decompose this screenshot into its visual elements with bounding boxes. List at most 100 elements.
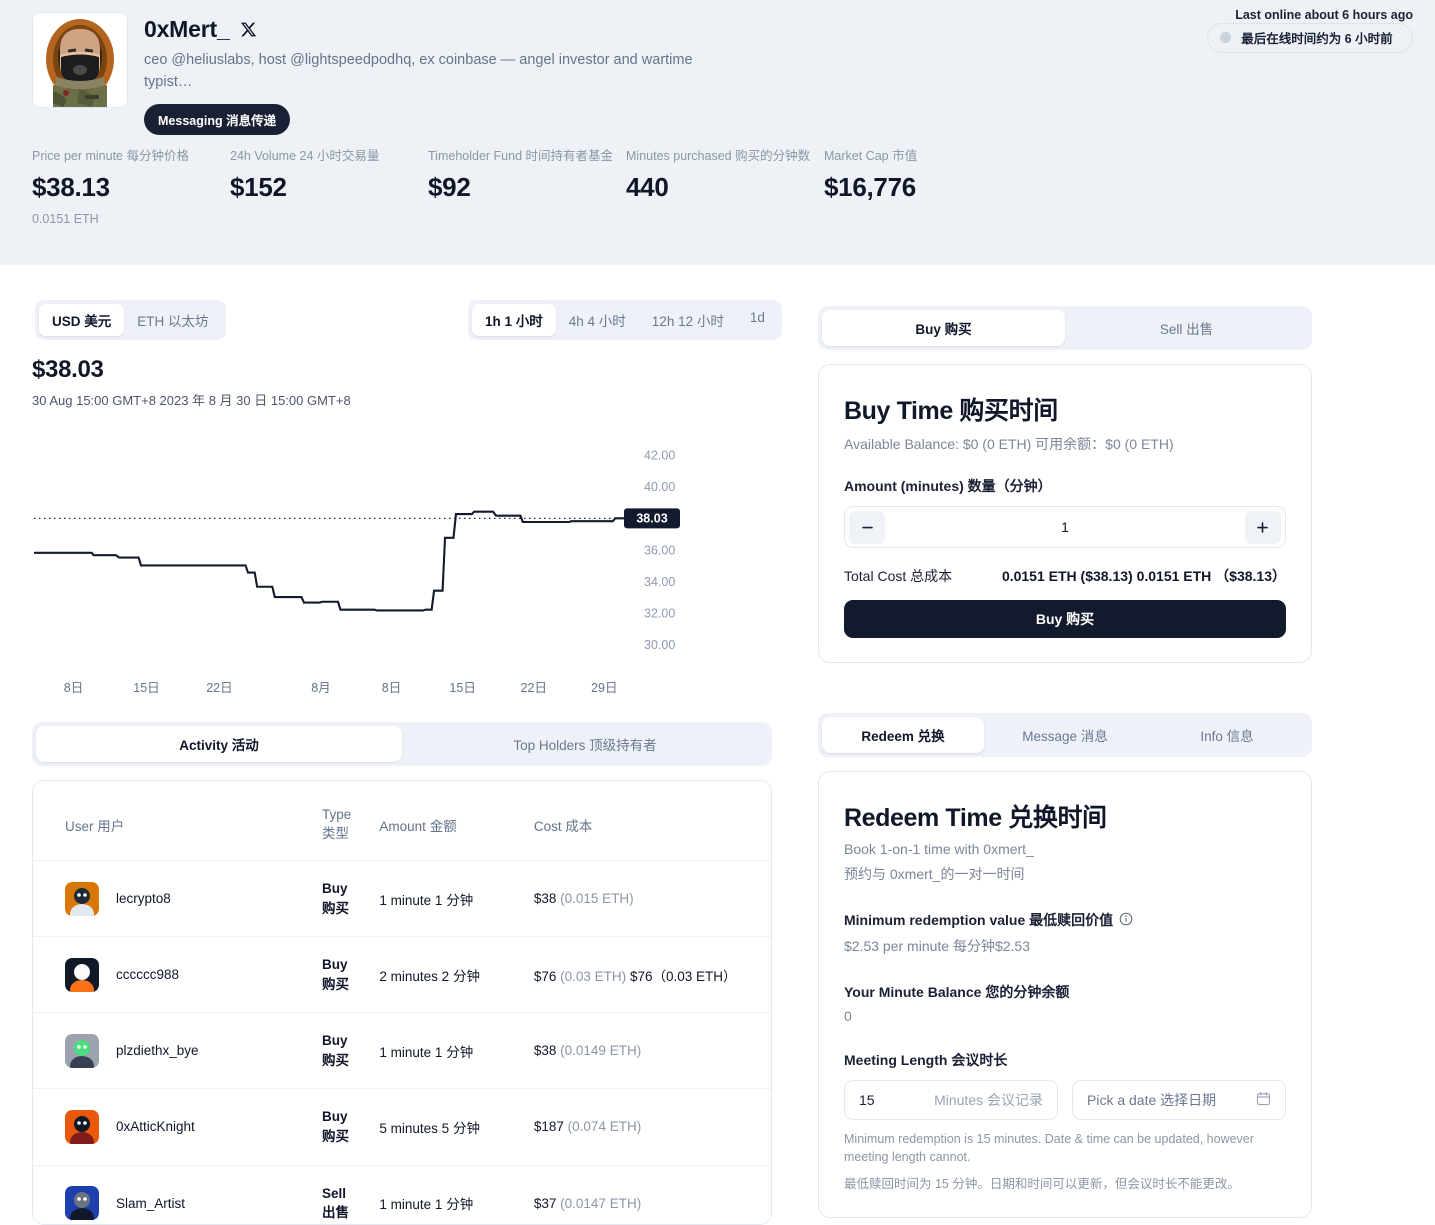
tab-activity[interactable]: Activity 活动 bbox=[36, 726, 402, 762]
redeem-note-en: Minimum redemption is 15 minutes. Date &… bbox=[844, 1130, 1286, 1166]
calendar-icon[interactable] bbox=[1256, 1091, 1271, 1109]
table-row[interactable]: Slam_Artist Sell出售1 minute 1 分钟$37 (0.014… bbox=[33, 1165, 772, 1225]
last-online-en: Last online about 6 hours ago bbox=[1235, 8, 1413, 22]
table-row[interactable]: 0xAtticKnightBuy购买5 minutes 5 分钟$187 (0.… bbox=[33, 1089, 772, 1165]
messaging-badge[interactable]: Messaging 消息传递 bbox=[144, 104, 290, 135]
currency-option-eth[interactable]: ETH 以太坊 bbox=[124, 304, 221, 336]
cell-type: Buy购买 bbox=[322, 937, 379, 1013]
stat-sub: 0.0151 ETH bbox=[32, 212, 230, 226]
stat-price-per-minute: Price per minute 每分钟价格 $38.13 0.0151 ETH bbox=[32, 145, 230, 226]
type-en: Buy bbox=[322, 955, 379, 975]
cell-amount: 5 minutes 5 分钟 bbox=[379, 1089, 533, 1165]
cell-amount: 1 minute 1 分钟 bbox=[379, 1165, 533, 1225]
activity-tabbar: Activity 活动 Top Holders 顶级持有者 bbox=[32, 722, 772, 766]
buy-button[interactable]: Buy 购买 bbox=[844, 600, 1286, 638]
activity-table-head: User 用户 Type 类型 Amount 金额 Cost bbox=[33, 781, 772, 861]
cost-main: $38 bbox=[534, 891, 557, 906]
cell-type: Sell出售 bbox=[322, 1165, 379, 1225]
price-chart[interactable]: 42.0040.0036.0034.0032.0030.008日15日22日8月… bbox=[32, 421, 772, 706]
activity-table: User 用户 Type 类型 Amount 金额 Cost bbox=[33, 781, 772, 1225]
cell-amount: 2 minutes 2 分钟 bbox=[379, 937, 533, 1013]
type-zh: 购买 bbox=[322, 899, 379, 919]
stat-24h-volume: 24h Volume 24 小时交易量 $152 bbox=[230, 145, 428, 226]
cell-amount: 1 minute 1 分钟 bbox=[379, 1013, 533, 1089]
cell-cost: $38 (0.0149 ETH) bbox=[534, 1013, 772, 1089]
svg-text:42.00: 42.00 bbox=[644, 449, 675, 463]
col-header-cost-zh: 成本 bbox=[565, 819, 592, 834]
cell-cost: $38 (0.015 ETH) bbox=[534, 861, 772, 937]
min-redemption-label-row: Minimum redemption value 最低赎回价值 bbox=[844, 910, 1286, 930]
minus-icon[interactable] bbox=[849, 511, 885, 544]
buy-panel-title: Buy Time 购买时间 bbox=[844, 391, 1286, 427]
redeem-panel: Redeem Time 兑换时间 Book 1-on-1 time with 0… bbox=[818, 771, 1312, 1218]
tab-top-holders[interactable]: Top Holders 顶级持有者 bbox=[402, 726, 768, 762]
type-en: Buy bbox=[322, 1107, 379, 1127]
date-picker-input[interactable]: Pick a date 选择日期 bbox=[1072, 1080, 1286, 1120]
col-header-cost: Cost 成本 bbox=[534, 781, 772, 861]
svg-text:22日: 22日 bbox=[521, 681, 547, 695]
svg-text:8月: 8月 bbox=[311, 681, 330, 695]
right-column: Buy 购买 Sell 出售 Buy Time 购买时间 Available B… bbox=[818, 306, 1312, 1218]
avatar bbox=[65, 1110, 99, 1144]
type-zh: 购买 bbox=[322, 1051, 379, 1071]
info-circle-icon[interactable] bbox=[1119, 912, 1133, 929]
table-row[interactable]: lecrypto8Buy购买1 minute 1 分钟$38 (0.015 ET… bbox=[33, 861, 772, 937]
cell-user: plzdiethx_bye bbox=[33, 1013, 322, 1089]
user-name: plzdiethx_bye bbox=[116, 1043, 199, 1058]
user-name: cccccc988 bbox=[116, 967, 179, 982]
avatar bbox=[65, 1186, 99, 1220]
amount-value[interactable]: 1 bbox=[1061, 519, 1069, 535]
redeem-sub-en: Book 1-on-1 time with 0xmert_ bbox=[844, 841, 1286, 857]
timeframe-option-4h[interactable]: 4h 4 小时 bbox=[556, 304, 639, 336]
svg-text:30.00: 30.00 bbox=[644, 638, 675, 652]
cost-eth: (0.03 ETH) bbox=[560, 969, 626, 984]
cost-main: $37 bbox=[534, 1196, 557, 1211]
last-online-status: Last online about 6 hours ago 最后在线时间约为 6… bbox=[1207, 8, 1413, 53]
timeframe-option-1d[interactable]: 1d bbox=[737, 304, 778, 336]
stat-label: Minutes purchased 购买的分钟数 bbox=[626, 145, 824, 164]
meeting-length-input[interactable]: 15 Minutes 会议记录 bbox=[844, 1080, 1058, 1120]
stat-label: Price per minute 每分钟价格 bbox=[32, 145, 230, 164]
timeframe-option-1h[interactable]: 1h 1 小时 bbox=[472, 304, 556, 336]
cost-main: $76 bbox=[534, 969, 557, 984]
table-row[interactable]: plzdiethx_byeBuy购买1 minute 1 分钟$38 (0.01… bbox=[33, 1013, 772, 1089]
meeting-length-label: Meeting Length 会议时长 bbox=[844, 1050, 1286, 1070]
meeting-length-unit: Minutes 会议记录 bbox=[934, 1090, 1043, 1110]
profile-text: 0xMert_ ceo @heliuslabs, host @lightspee… bbox=[144, 12, 699, 135]
stat-timeholder-fund: Timeholder Fund 时间持有者基金 $92 bbox=[428, 145, 626, 226]
svg-text:22日: 22日 bbox=[206, 681, 232, 695]
col-header-amount: Amount 金额 bbox=[379, 781, 533, 861]
col-header-user-en: User bbox=[65, 819, 94, 834]
svg-text:15日: 15日 bbox=[133, 681, 159, 695]
status-dot-icon bbox=[1220, 32, 1231, 43]
cell-type: Buy购买 bbox=[322, 1089, 379, 1165]
tab-sell[interactable]: Sell 出售 bbox=[1065, 310, 1308, 346]
stat-value: $92 bbox=[428, 172, 626, 203]
timeframe-option-12h[interactable]: 12h 12 小时 bbox=[639, 304, 737, 336]
cell-type: Buy购买 bbox=[322, 861, 379, 937]
svg-text:8日: 8日 bbox=[382, 681, 401, 695]
currency-option-usd[interactable]: USD 美元 bbox=[39, 304, 124, 336]
tab-buy[interactable]: Buy 购买 bbox=[822, 310, 1065, 346]
table-row[interactable]: cccccc988 Buy购买2 minutes 2 分钟$76 (0.03 ET… bbox=[33, 937, 772, 1013]
col-header-user: User 用户 bbox=[33, 781, 322, 861]
available-balance: Available Balance: $0 (0 ETH) 可用余额：$0 (0… bbox=[844, 434, 1286, 454]
col-header-amount-en: Amount bbox=[379, 819, 426, 834]
cost-eth: (0.015 ETH) bbox=[560, 891, 634, 906]
stat-label: Market Cap 市值 bbox=[824, 145, 917, 164]
stat-minutes-purchased: Minutes purchased 购买的分钟数 440 bbox=[626, 145, 824, 226]
currency-toggle: USD 美元 ETH 以太坊 bbox=[35, 300, 226, 340]
tab-info[interactable]: Info 信息 bbox=[1146, 717, 1308, 753]
user-name: Slam_Artist bbox=[116, 1196, 185, 1211]
tab-message[interactable]: Message 消息 bbox=[984, 717, 1146, 753]
x-logo-icon[interactable] bbox=[240, 21, 257, 38]
meeting-inputs-row: 15 Minutes 会议记录 Pick a date 选择日期 bbox=[844, 1080, 1286, 1120]
svg-text:36.00: 36.00 bbox=[644, 543, 675, 557]
min-redemption-value: $2.53 per minute 每分钟$2.53 bbox=[844, 936, 1286, 956]
cell-user: Slam_Artist bbox=[33, 1165, 322, 1225]
cost-eth: (0.0147 ETH) bbox=[560, 1196, 641, 1211]
tab-redeem[interactable]: Redeem 兑换 bbox=[822, 717, 984, 753]
plus-icon[interactable] bbox=[1245, 511, 1281, 544]
left-column: USD 美元 ETH 以太坊 1h 1 小时 4h 4 小时 12h 12 小时… bbox=[32, 300, 772, 1225]
col-header-cost-en: Cost bbox=[534, 819, 562, 834]
